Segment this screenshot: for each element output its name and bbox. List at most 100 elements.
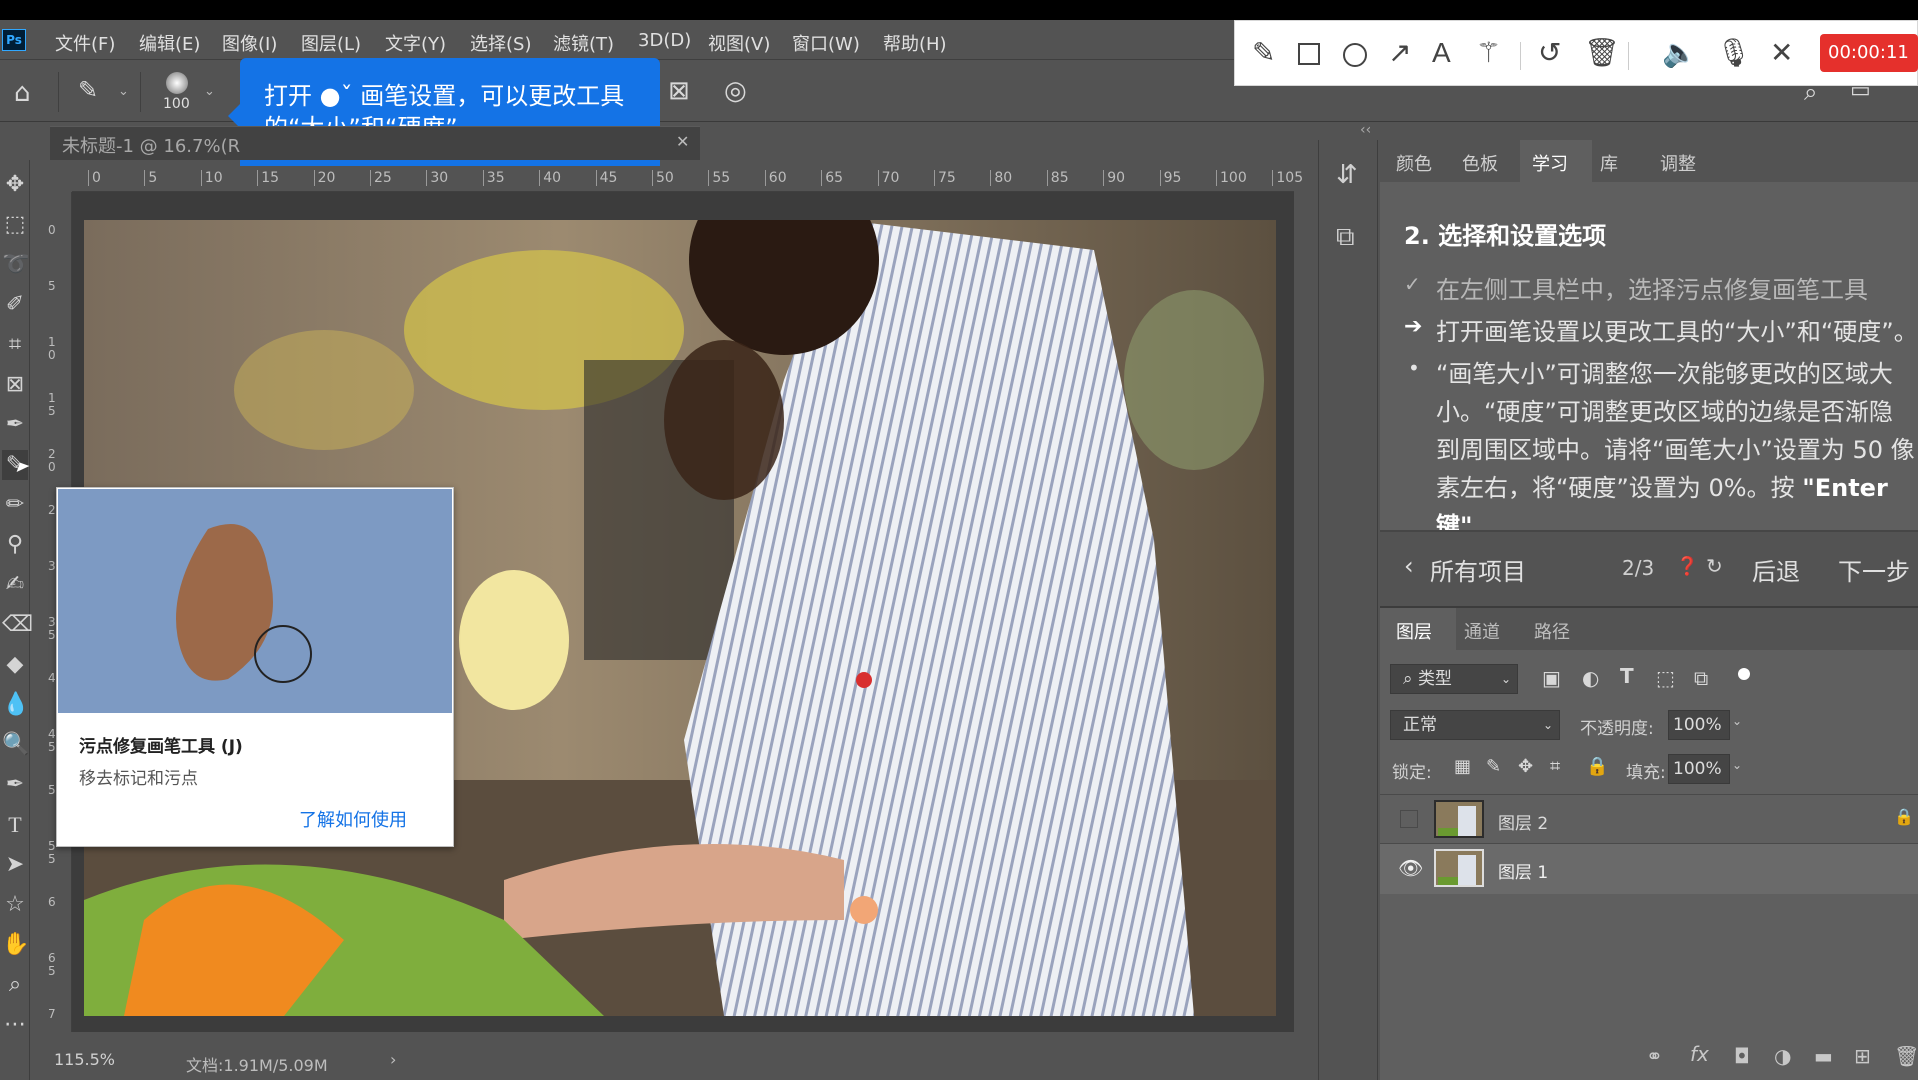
new-layer-icon[interactable]: ⊞ [1854,1044,1871,1068]
menu-3d[interactable]: 3D(D) [638,30,691,51]
blend-mode-dropdown[interactable]: 正常 ⌄ [1390,710,1560,740]
filter-type-icon[interactable]: T [1620,664,1634,688]
fill-input[interactable]: 100% [1668,754,1730,784]
diffusion-icon[interactable]: ⊠ [668,76,690,106]
tab-layers[interactable]: 图层 [1396,618,1432,644]
layer-name[interactable]: 图层 1 [1498,858,1548,883]
crop-tool-icon[interactable]: ⌗ [2,330,28,360]
trash-icon[interactable]: 🗑 [1584,38,1620,68]
dodge-tool-icon[interactable]: 🔍 [2,730,29,760]
tab-libraries[interactable]: 库 [1600,150,1618,176]
layer-row[interactable]: 图层 2 🔒 [1380,794,1918,844]
filter-pixel-icon[interactable]: ▣ [1542,666,1561,690]
next-button[interactable]: 下一步 [1838,552,1910,587]
adjustment-layer-icon[interactable]: ◑ [1774,1044,1791,1068]
brush-picker-chevron-icon[interactable]: ⌄ [204,84,215,99]
move-tool-icon[interactable]: ✥ [2,170,28,200]
menu-layer[interactable]: 图层(L) [301,30,361,56]
add-mask-icon[interactable]: ◘ [1734,1044,1750,1068]
tab-channels[interactable]: 通道 [1464,618,1500,644]
delete-layer-icon[interactable]: 🗑 [1894,1044,1918,1068]
frame-tool-icon[interactable]: ⊠ [2,370,28,400]
lock-paint-icon[interactable]: ✎ [1486,756,1501,777]
eraser-tool-icon[interactable]: ⌫ [2,610,33,640]
link-layers-icon[interactable]: ⚭ [1646,1044,1663,1068]
tab-paths[interactable]: 路径 [1534,618,1570,644]
menu-file[interactable]: 文件(F) [55,30,115,56]
sample-all-layers-icon[interactable]: ◎ [724,76,747,106]
circle-icon[interactable] [1343,43,1367,67]
opacity-input[interactable]: 100% [1668,710,1730,740]
rectangle-icon[interactable] [1298,43,1320,65]
path-select-tool-icon[interactable]: ➤ [2,850,28,880]
layer-row-selected[interactable]: 👁 图层 1 [1380,844,1918,894]
new-group-icon[interactable]: ▬ [1814,1044,1833,1068]
filter-toggle-icon[interactable] [1738,668,1750,680]
spot-healing-brush-icon[interactable]: ✎ [78,76,98,104]
tab-adjustments[interactable]: 调整 [1660,150,1696,176]
tab-learn[interactable]: 学习 [1532,150,1568,176]
tab-swatches[interactable]: 色板 [1462,150,1498,176]
history-brush-tool-icon[interactable]: ✍ [2,570,28,600]
type-tool-icon[interactable]: T [2,810,28,840]
lasso-tool-icon[interactable]: ➰ [2,250,29,280]
eyedropper-tool-icon[interactable]: ✒ [2,410,28,440]
zoom-tool-icon[interactable]: ⌕ [2,970,28,1000]
fx-icon[interactable]: fx [1690,1042,1709,1066]
opacity-chevron-icon[interactable]: ⌄ [1732,714,1742,728]
quick-select-tool-icon[interactable]: ✐ [2,290,28,320]
history-panel-icon[interactable]: ⇵ [1336,160,1358,190]
stamp-tool-icon[interactable]: ⚲ [2,530,28,560]
lock-transparency-icon[interactable]: ▦ [1454,756,1471,777]
fill-chevron-icon[interactable]: ⌄ [1732,758,1742,772]
blur-tool-icon[interactable]: 💧 [2,690,29,720]
arrow-icon[interactable]: ↗ [1388,38,1411,68]
menu-edit[interactable]: 编辑(E) [139,30,200,56]
filter-smart-object-icon[interactable]: ⧉ [1694,666,1708,690]
brush-preset-icon[interactable] [166,72,188,94]
close-tab-icon[interactable]: ✕ [676,132,689,151]
more-tools-icon[interactable]: ⋯ [2,1010,28,1040]
magic-wand-icon[interactable]: ⚚ [1476,38,1501,68]
collapse-panels-icon[interactable]: ‹‹ [1360,122,1371,138]
menu-select[interactable]: 选择(S) [470,30,531,56]
back-button[interactable]: 后退 [1752,552,1800,587]
marquee-tool-icon[interactable]: ⬚ [2,210,28,240]
chevron-down-icon[interactable]: ⌄ [118,84,129,99]
pen-icon[interactable]: ✎ [1252,38,1275,68]
speaker-icon[interactable]: 🔈 [1662,38,1697,68]
lock-position-icon[interactable]: ✥ [1518,756,1533,777]
visibility-eye-icon[interactable]: 👁 [1398,856,1423,880]
zoom-level[interactable]: 115.5% [54,1050,115,1069]
menu-window[interactable]: 窗口(W) [792,30,860,56]
chevron-left-icon[interactable]: ‹ [1404,552,1414,580]
all-items-link[interactable]: 所有项目 [1430,552,1526,587]
menu-image[interactable]: 图像(I) [222,30,277,56]
layer-name[interactable]: 图层 2 [1498,809,1548,834]
help-icon[interactable]: ❓ [1676,556,1698,577]
lock-all-icon[interactable]: 🔒 [1586,756,1608,777]
learn-how-link[interactable]: 了解如何使用 [299,806,407,832]
microphone-icon[interactable]: 🎙 [1716,38,1752,68]
home-icon[interactable]: ⌂ [14,78,31,108]
text-icon[interactable]: A [1432,38,1451,68]
filter-shape-icon[interactable]: ⬚ [1656,666,1675,690]
menu-help[interactable]: 帮助(H) [883,30,947,56]
menu-type[interactable]: 文字(Y) [385,30,446,56]
visibility-off-box[interactable] [1400,810,1418,828]
lock-artboard-icon[interactable]: ⌗ [1550,756,1560,777]
tab-color[interactable]: 颜色 [1396,150,1432,176]
filter-adjustment-icon[interactable]: ◐ [1582,666,1599,690]
layer-filter-dropdown[interactable]: ⌕ 类型 ⌄ [1390,664,1518,694]
menu-view[interactable]: 视图(V) [708,30,770,56]
paint-bucket-tool-icon[interactable]: ◆ [2,650,28,680]
brush-tool-icon[interactable]: ✏ [2,490,28,520]
pen-tool-icon[interactable]: ✒ [2,770,28,800]
refresh-icon[interactable]: ↻ [1706,554,1723,578]
undo-icon[interactable]: ↺ [1538,38,1561,68]
shape-tool-icon[interactable]: ☆ [2,890,28,920]
hand-tool-icon[interactable]: ✋ [2,930,29,960]
menu-filter[interactable]: 滤镜(T) [553,30,614,56]
close-icon[interactable]: ✕ [1770,38,1793,68]
properties-panel-icon[interactable]: ⧉ [1336,222,1355,253]
